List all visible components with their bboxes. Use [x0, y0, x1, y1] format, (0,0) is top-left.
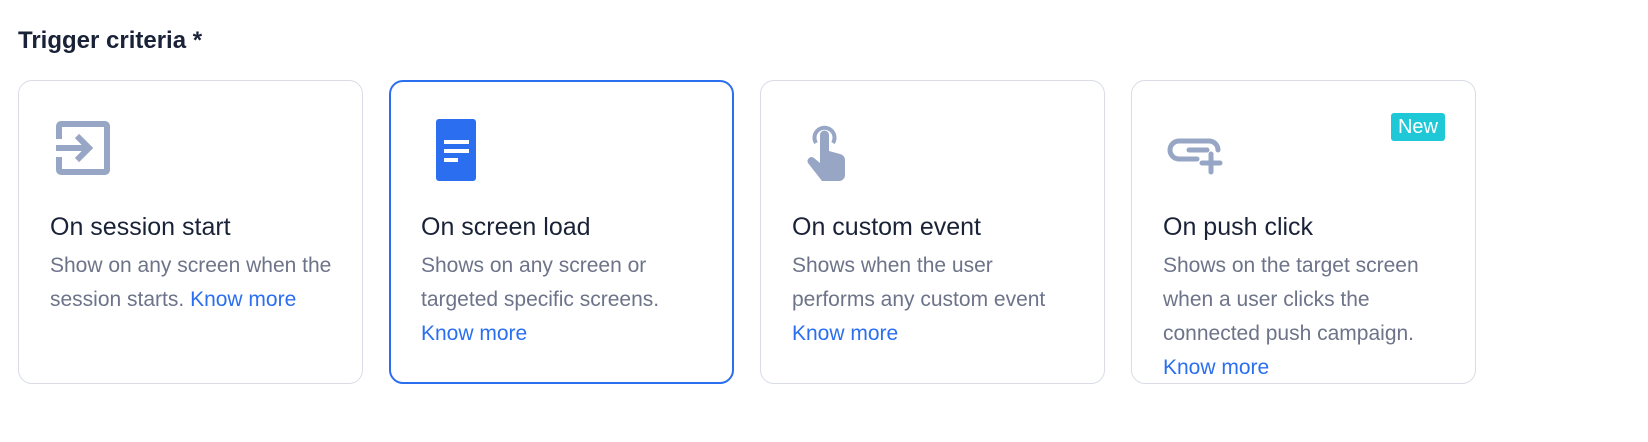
trigger-card-screen-load[interactable]: On screen load Shows on any screen or ta…	[389, 80, 734, 384]
know-more-link[interactable]: Know more	[1163, 356, 1269, 379]
know-more-link[interactable]: Know more	[792, 322, 898, 345]
card-title: On session start	[50, 213, 231, 241]
trigger-card-session-start[interactable]: On session start Show on any screen when…	[18, 80, 363, 384]
card-title: On custom event	[792, 213, 981, 241]
card-description-text: Shows on the target screen when a user c…	[1163, 254, 1419, 345]
trigger-criteria-section: Trigger criteria * On session start Show…	[0, 0, 1648, 442]
card-description: Shows on any screen or targeted specific…	[421, 249, 703, 351]
card-description: Show on any screen when the session star…	[50, 249, 332, 317]
trigger-card-push-click[interactable]: New On push click Shows on the target sc…	[1131, 80, 1476, 384]
know-more-link[interactable]: Know more	[190, 288, 296, 311]
screen-document-icon	[436, 119, 476, 181]
card-description: Shows when the user performs any custom …	[792, 249, 1074, 351]
tap-finger-icon	[807, 125, 846, 181]
session-enter-icon	[50, 121, 110, 175]
new-badge: New	[1390, 113, 1445, 141]
know-more-link[interactable]: Know more	[421, 322, 527, 345]
card-description-text: Shows on any screen or targeted specific…	[421, 254, 660, 311]
card-description: Shows on the target screen when a user c…	[1163, 249, 1445, 385]
card-description-text: Shows when the user performs any custom …	[792, 254, 1046, 311]
section-title: Trigger criteria *	[18, 27, 203, 54]
trigger-card-custom-event[interactable]: On custom event Shows when the user perf…	[760, 80, 1105, 384]
trigger-card-list: On session start Show on any screen when…	[18, 80, 1630, 384]
push-link-icon	[1167, 138, 1223, 175]
card-title: On screen load	[421, 213, 591, 241]
card-title: On push click	[1163, 213, 1314, 241]
